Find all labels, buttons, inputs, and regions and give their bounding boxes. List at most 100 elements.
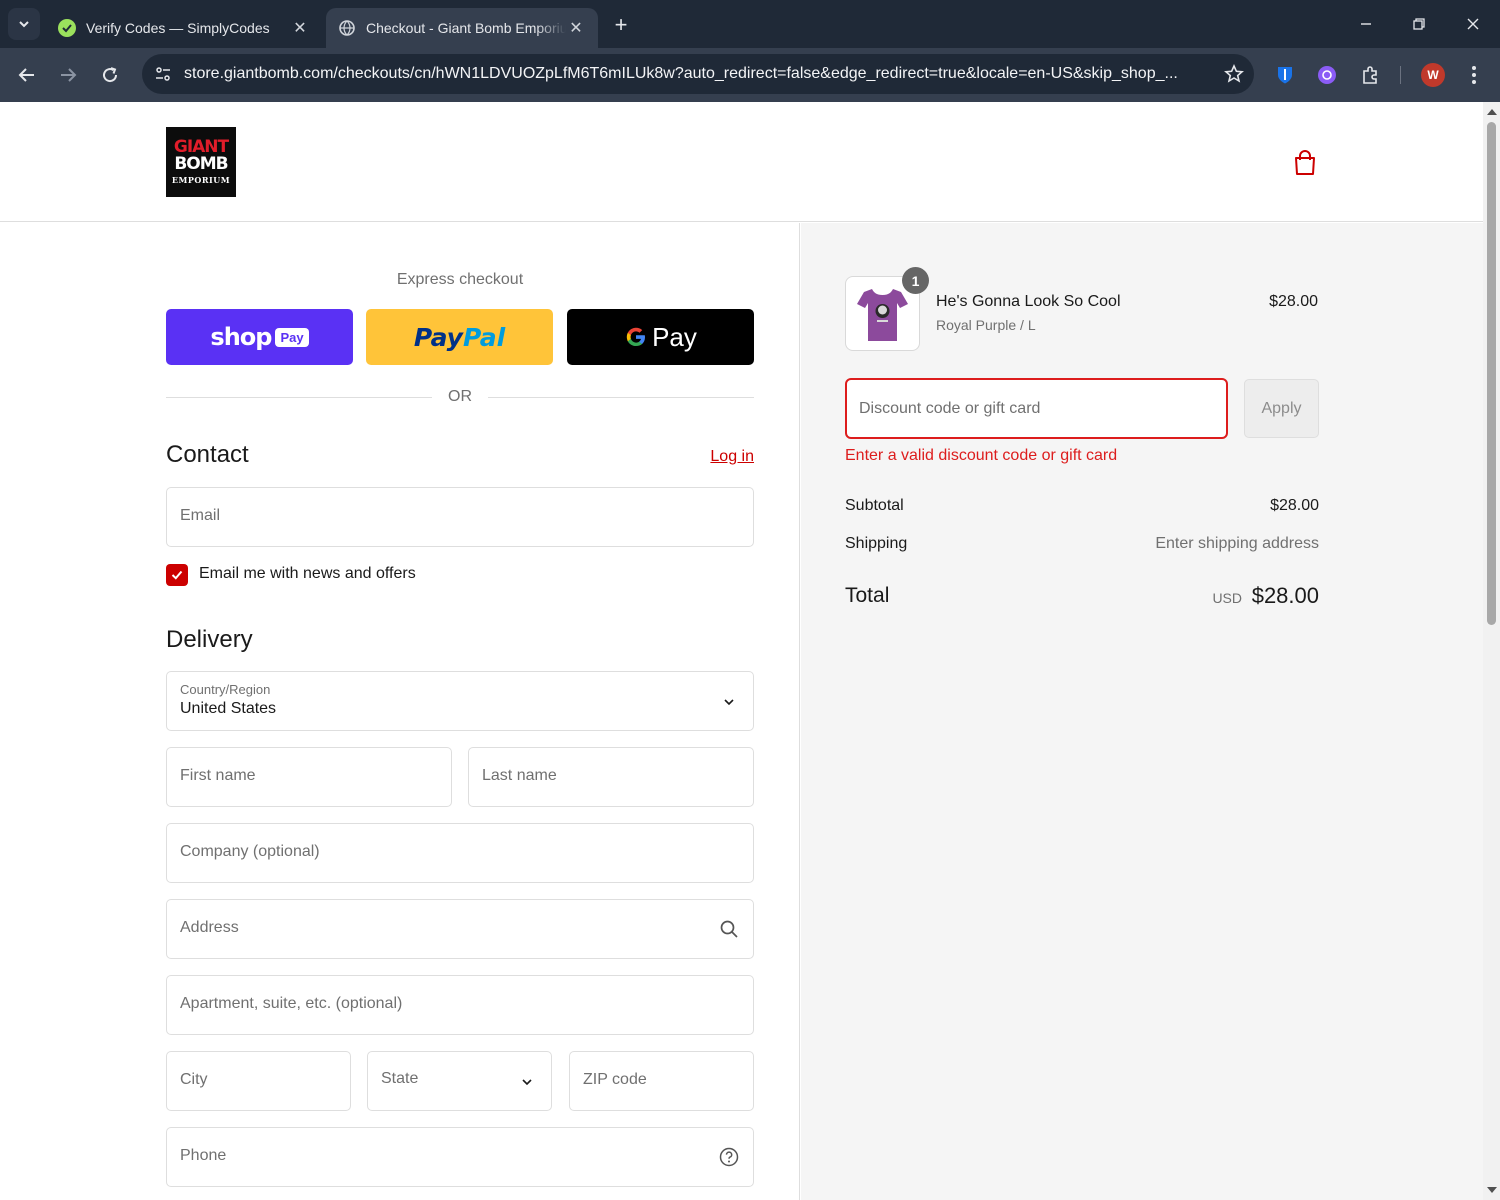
tab-search-button[interactable]: [8, 8, 40, 40]
logo-line-2: BOMB: [174, 154, 228, 174]
email-placeholder: Email: [180, 507, 221, 524]
zip-placeholder: ZIP code: [583, 1071, 647, 1088]
first-name-placeholder: First name: [180, 767, 256, 784]
country-select[interactable]: Country/Region United States: [166, 671, 754, 731]
simplycodes-favicon-icon: [58, 19, 76, 37]
shopping-bag-icon: [1295, 150, 1315, 175]
tab-close-icon[interactable]: ✕: [290, 18, 310, 38]
newsletter-checkbox[interactable]: [166, 564, 188, 586]
contact-heading: Contact: [166, 441, 249, 468]
address-bar[interactable]: store.giantbomb.com/checkouts/cn/hWN1LDV…: [142, 54, 1254, 94]
tab-verify-codes[interactable]: Verify Codes — SimplyCodes ✕: [46, 8, 322, 48]
shop-pay-badge: Pay: [275, 327, 309, 347]
url-text[interactable]: store.giantbomb.com/checkouts/cn/hWN1LDV…: [184, 65, 1214, 83]
new-tab-button[interactable]: +: [608, 12, 634, 38]
product-name: He's Gonna Look So Cool: [936, 293, 1121, 310]
profile-initial: W: [1427, 68, 1439, 82]
logo-line-3: EMPORIUM: [171, 175, 231, 185]
apply-discount-button[interactable]: Apply: [1244, 379, 1319, 438]
store-logo[interactable]: GIANT BOMB EMPORIUM: [166, 127, 236, 197]
restore-icon[interactable]: [1405, 10, 1433, 38]
reload-icon[interactable]: [95, 60, 125, 90]
forward-arrow-icon[interactable]: [53, 60, 83, 90]
product-price: $28.00: [1269, 293, 1318, 310]
cart-button[interactable]: [1290, 148, 1320, 178]
bitwarden-extension-icon[interactable]: [1272, 62, 1298, 88]
shipping-value: Enter shipping address: [1155, 535, 1319, 552]
newsletter-label[interactable]: Email me with news and offers: [199, 565, 416, 583]
paypal-wordmark-1: Pay: [413, 322, 463, 352]
last-name-field[interactable]: Last name: [468, 747, 754, 807]
address-placeholder: Address: [180, 919, 239, 936]
login-link[interactable]: Log in: [710, 448, 754, 466]
shipping-label: Shipping: [845, 535, 908, 552]
first-name-field[interactable]: First name: [166, 747, 452, 807]
google-g-icon: [626, 327, 646, 346]
subtotal-value: $28.00: [1270, 497, 1319, 514]
store-header: GIANT BOMB EMPORIUM: [0, 102, 1483, 222]
company-placeholder: Company (optional): [180, 843, 320, 860]
browser-menu-icon[interactable]: [1461, 62, 1487, 88]
city-field[interactable]: City: [166, 1051, 351, 1111]
chevron-down-icon: [724, 699, 734, 706]
country-value: United States: [180, 700, 277, 717]
tab-checkout[interactable]: Checkout - Giant Bomb Emporium ✕: [326, 8, 598, 48]
phone-placeholder: Phone: [180, 1147, 227, 1164]
discount-placeholder: Discount code or gift card: [859, 400, 1041, 417]
extensions-puzzle-icon[interactable]: [1357, 62, 1383, 88]
or-text: OR: [448, 388, 472, 405]
paypal-wordmark-2: Pal: [462, 322, 506, 352]
company-field[interactable]: Company (optional): [166, 823, 754, 883]
google-pay-wordmark: Pay: [652, 321, 697, 352]
toolbar-separator: [1400, 66, 1401, 84]
chevron-down-icon: [19, 21, 29, 28]
total-value: $28.00: [1251, 583, 1319, 608]
google-pay-button[interactable]: Pay: [567, 309, 754, 365]
currency-code: USD: [1212, 590, 1242, 606]
shop-pay-wordmark: shop: [210, 323, 272, 351]
subtotal-row: Subtotal $28.00: [845, 497, 1319, 515]
globe-icon: [338, 19, 356, 37]
product-variant: Royal Purple / L: [936, 317, 1036, 333]
scroll-up-arrow-icon[interactable]: [1487, 109, 1497, 115]
country-label: Country/Region: [180, 682, 271, 697]
total-row: Total USD $28.00: [845, 582, 1319, 612]
site-settings-icon[interactable]: [146, 60, 180, 88]
phone-field[interactable]: Phone: [166, 1127, 754, 1187]
express-checkout-label: Express checkout: [396, 271, 524, 288]
email-field[interactable]: Email: [166, 487, 754, 547]
or-divider: OR: [166, 386, 754, 408]
discount-code-input[interactable]: Discount code or gift card: [845, 378, 1228, 439]
search-icon: [720, 920, 738, 938]
apartment-field[interactable]: Apartment, suite, etc. (optional): [166, 975, 754, 1035]
browser-tab-bar: Verify Codes — SimplyCodes ✕ Checkout - …: [0, 0, 1500, 48]
close-window-icon[interactable]: [1459, 10, 1487, 38]
tab-title: Checkout - Giant Bomb Emporium: [366, 20, 566, 36]
total-label: Total: [845, 584, 890, 607]
tab-title: Verify Codes — SimplyCodes: [86, 20, 270, 36]
state-select[interactable]: State: [367, 1051, 552, 1111]
apartment-placeholder: Apartment, suite, etc. (optional): [180, 995, 403, 1012]
last-name-placeholder: Last name: [482, 767, 557, 784]
address-field[interactable]: Address: [166, 899, 754, 959]
help-circle-icon[interactable]: [719, 1147, 739, 1167]
subtotal-label: Subtotal: [845, 497, 904, 514]
scrollbar-thumb[interactable]: [1487, 122, 1496, 625]
profile-avatar[interactable]: W: [1420, 62, 1446, 88]
zip-field[interactable]: ZIP code: [569, 1051, 754, 1111]
discount-error-message: Enter a valid discount code or gift card: [845, 447, 1118, 464]
city-placeholder: City: [180, 1071, 208, 1088]
quantity-badge: 1: [902, 267, 929, 294]
scroll-down-arrow-icon[interactable]: [1487, 1187, 1497, 1193]
back-arrow-icon[interactable]: [12, 60, 42, 90]
tab-close-icon[interactable]: ✕: [566, 18, 586, 38]
ai-extension-icon[interactable]: [1314, 62, 1340, 88]
paypal-button[interactable]: Pay Pal: [366, 309, 553, 365]
bookmark-star-icon[interactable]: [1214, 64, 1254, 84]
page-scrollbar[interactable]: [1483, 102, 1500, 1200]
minimize-icon[interactable]: [1352, 10, 1380, 38]
browser-toolbar: store.giantbomb.com/checkouts/cn/hWN1LDV…: [0, 48, 1500, 102]
state-placeholder: State: [381, 1070, 419, 1087]
shipping-row: Shipping Enter shipping address: [845, 535, 1319, 553]
shop-pay-button[interactable]: shop Pay: [166, 309, 353, 365]
